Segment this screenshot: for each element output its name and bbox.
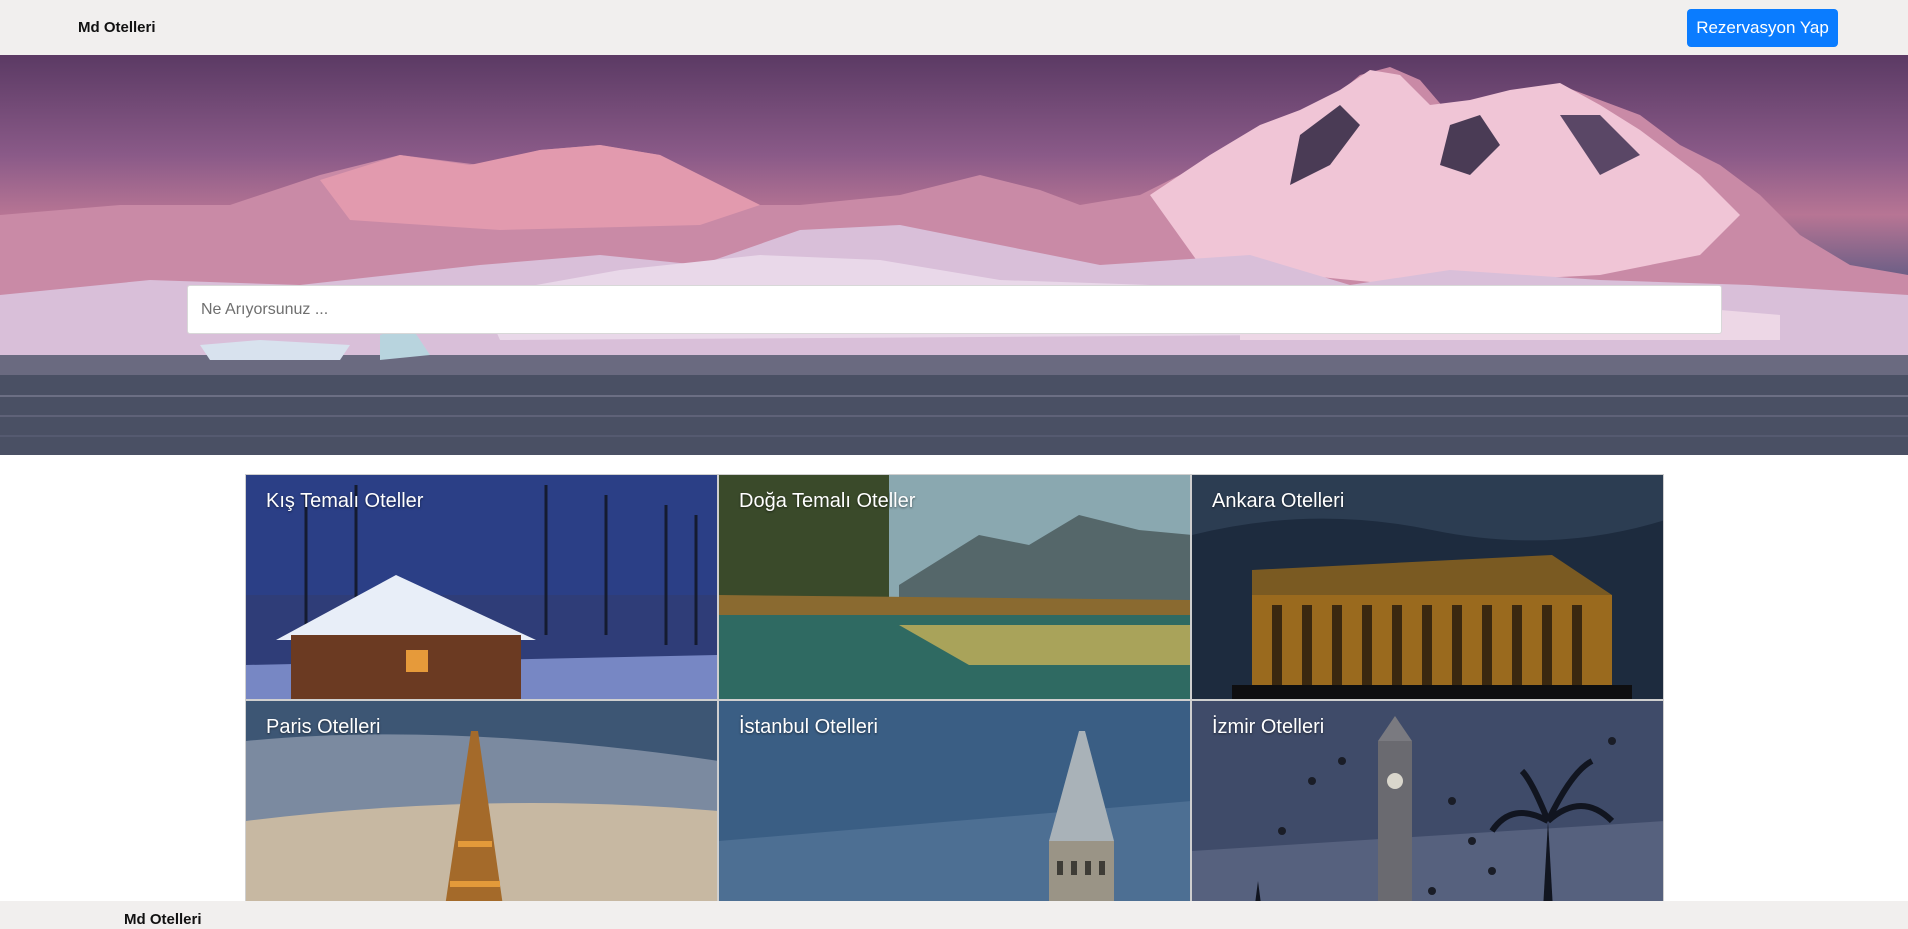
search-input[interactable] xyxy=(187,285,1722,334)
category-card-istanbul[interactable]: İstanbul Otelleri xyxy=(718,700,1191,926)
category-title: Ankara Otelleri xyxy=(1212,490,1345,512)
category-card-nature[interactable]: Doğa Temalı Oteller xyxy=(718,474,1191,700)
category-card-paris[interactable]: Paris Otelleri xyxy=(245,700,718,926)
category-grid: Kış Temalı Oteller Doğa Temalı Oteller A… xyxy=(245,474,1665,926)
category-card-izmir[interactable]: İzmir Otelleri xyxy=(1191,700,1664,926)
category-card-winter[interactable]: Kış Temalı Oteller xyxy=(245,474,718,700)
category-title: Kış Temalı Oteller xyxy=(266,490,424,512)
category-title: Doğa Temalı Oteller xyxy=(739,490,916,512)
category-card-ankara[interactable]: Ankara Otelleri xyxy=(1191,474,1664,700)
hero-mountain-image xyxy=(0,67,1908,455)
footer-brand: Md Otelleri xyxy=(124,911,202,928)
category-title: İstanbul Otelleri xyxy=(739,716,878,738)
category-title: İzmir Otelleri xyxy=(1212,716,1325,738)
footer: Md Otelleri xyxy=(0,901,1908,929)
reservation-button[interactable]: Rezervasyon Yap xyxy=(1687,9,1838,47)
category-title: Paris Otelleri xyxy=(266,716,381,738)
brand-logo[interactable]: Md Otelleri xyxy=(78,19,156,36)
top-navbar: Md Otelleri Rezervasyon Yap xyxy=(0,0,1908,55)
hero-banner xyxy=(0,55,1908,455)
